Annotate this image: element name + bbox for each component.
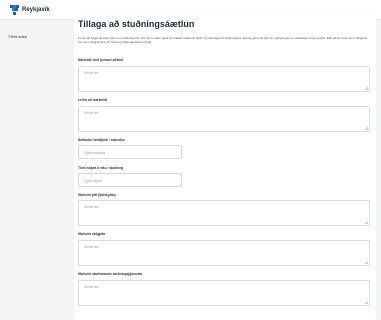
reykjavik-logo-icon bbox=[10, 4, 19, 15]
resize-handle-icon[interactable] bbox=[365, 127, 368, 130]
goals-placeholder: Skrifa hér... bbox=[84, 71, 102, 75]
resize-handle-icon[interactable] bbox=[365, 261, 368, 264]
goals-label: Markmið með þessari aðstoð bbox=[78, 58, 124, 62]
frequency-input[interactable]: Fjöldi skipta bbox=[78, 173, 182, 187]
resize-handle-icon[interactable] bbox=[365, 87, 368, 90]
intro-text: Þú ert að fylgja umsókn þinni um stuðnin… bbox=[78, 36, 367, 45]
resize-handle-icon[interactable] bbox=[365, 221, 368, 224]
form-panel: Tillaga að stuðningsáætlun Þú ert að fyl… bbox=[74, 14, 376, 320]
role-family-textarea[interactable]: Skrifa hér... bbox=[78, 200, 370, 226]
sidebar-item-overview[interactable]: Yfirlit mála bbox=[8, 34, 27, 39]
brand-logo[interactable]: Reykjavík bbox=[10, 4, 50, 15]
role-advisor-label: Hlutverk ráðgjafa bbox=[78, 232, 105, 236]
brand-name: Reykjavík bbox=[22, 6, 50, 13]
duration-label: Áætlaður tímafjöldi / mánuður bbox=[78, 138, 125, 142]
frequency-placeholder: Fjöldi skipta bbox=[84, 179, 102, 183]
resize-handle-icon[interactable] bbox=[365, 301, 368, 304]
role-advisor-textarea[interactable]: Skrifa hér... bbox=[78, 240, 370, 266]
goals-textarea[interactable]: Skrifa hér... bbox=[78, 66, 370, 92]
means-label: Leiðir að markmiði bbox=[78, 98, 108, 102]
role-family-label: Hlutverk þitt (fjölskyldu) bbox=[78, 193, 116, 197]
duration-placeholder: Fjöldi mánaða bbox=[84, 151, 106, 155]
sidebar: Yfirlit mála bbox=[0, 20, 72, 320]
frequency-label: Tíðni skipta á viku / stuðning bbox=[78, 166, 124, 170]
role-advisor-placeholder: Skrifa hér... bbox=[84, 245, 102, 249]
duration-input[interactable]: Fjöldi mánaða bbox=[78, 145, 182, 159]
role-staff-textarea[interactable]: Skrifa hér... bbox=[78, 280, 370, 306]
means-textarea[interactable]: Skrifa hér... bbox=[78, 106, 370, 132]
means-placeholder: Skrifa hér... bbox=[84, 111, 102, 115]
role-staff-label: Hlutverk starfsmanns stuðningsþjónustu bbox=[78, 272, 143, 276]
page-title: Tillaga að stuðningsáætlun bbox=[78, 19, 195, 29]
role-staff-placeholder: Skrifa hér... bbox=[84, 285, 102, 289]
role-family-placeholder: Skrifa hér... bbox=[84, 205, 102, 209]
